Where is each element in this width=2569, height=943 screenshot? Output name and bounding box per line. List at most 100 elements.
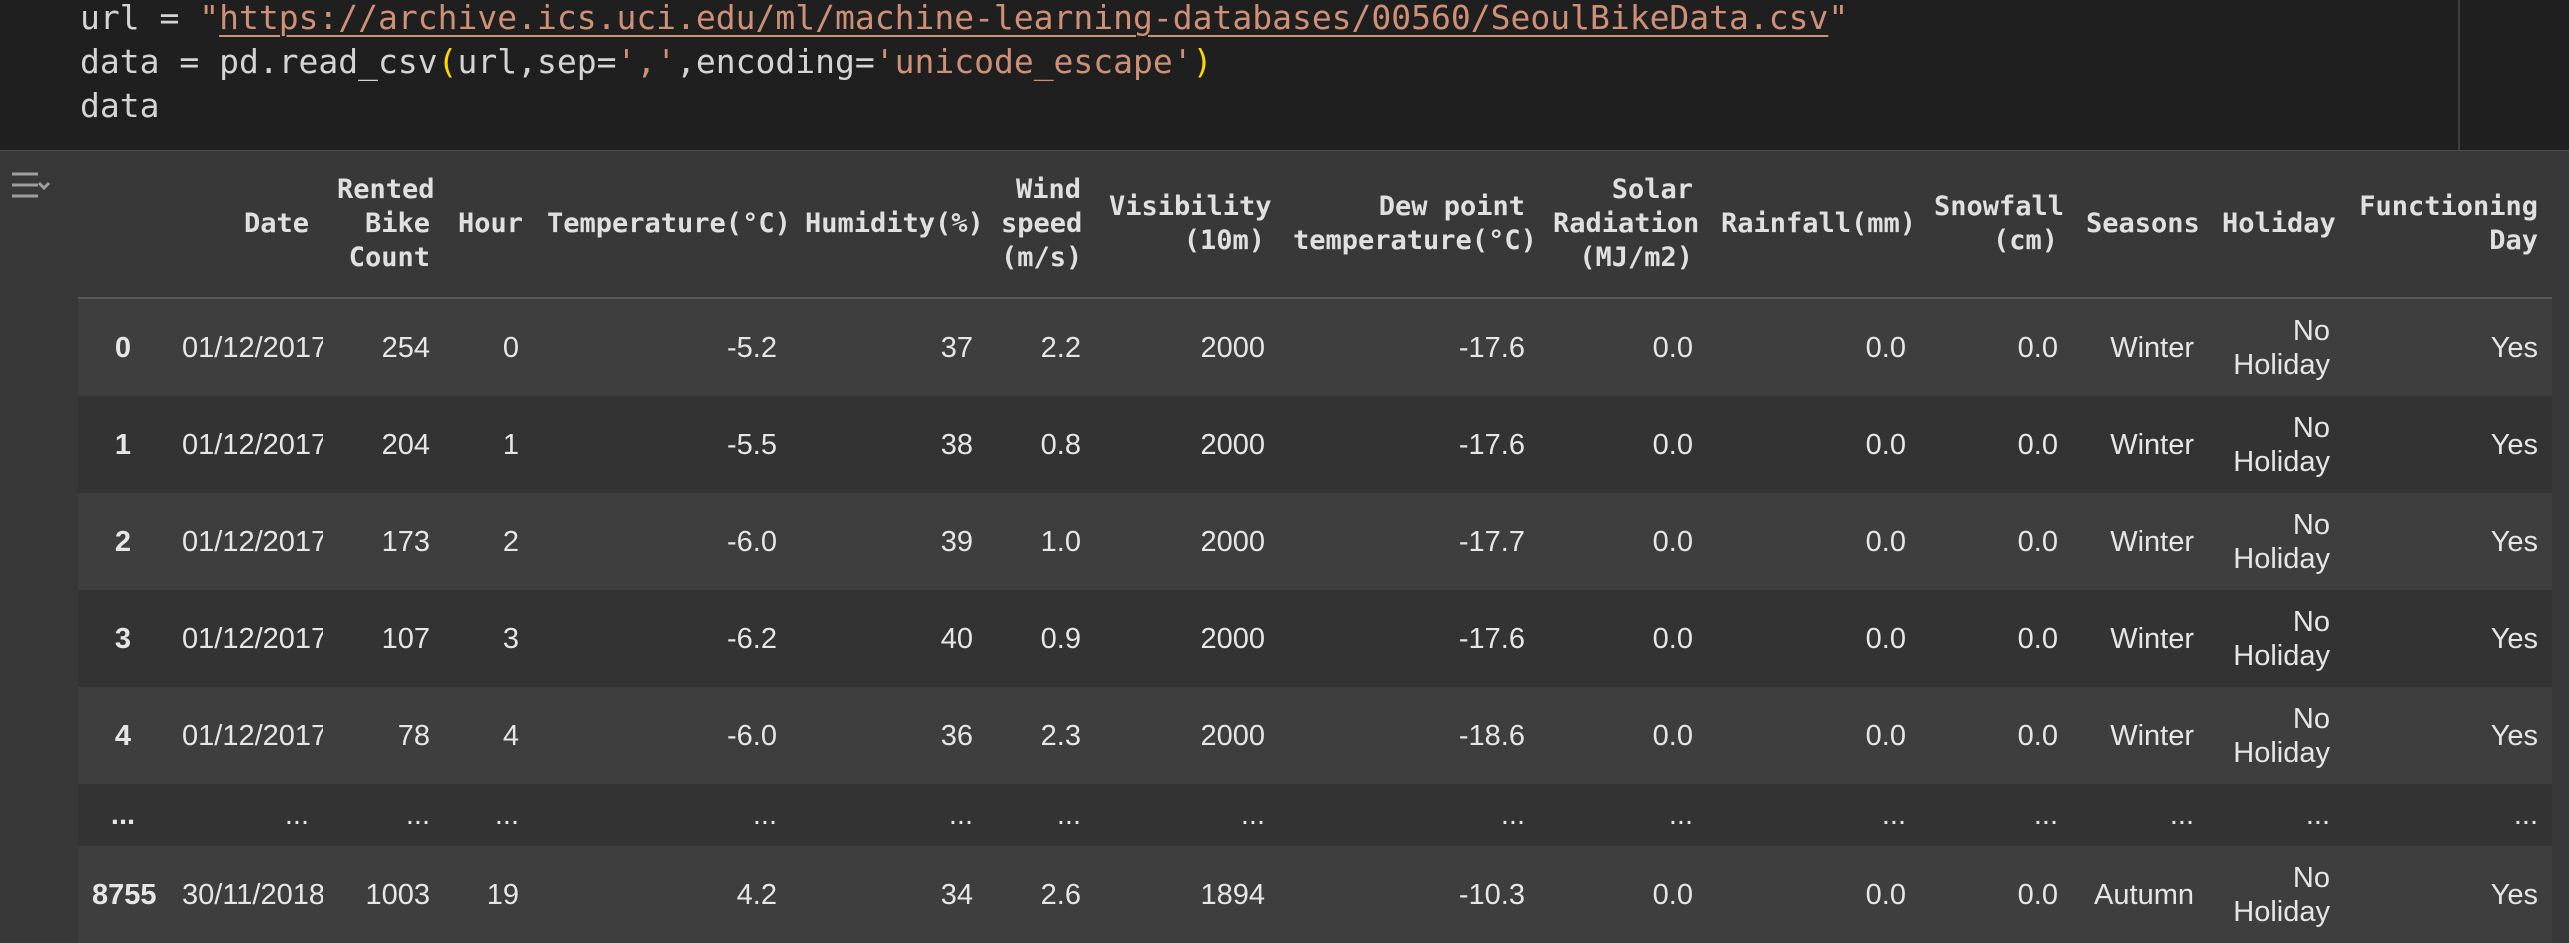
table-row: 3 01/12/2017 107 3 -6.2 40 0.9 2000 -17.6 0.0 0.0 0… [78, 590, 2552, 687]
row-index: 1 [114, 428, 132, 461]
table-cell: 01/12/2017 [182, 331, 323, 364]
table-cell: 1 [502, 428, 519, 461]
table-cell: 19 [486, 878, 519, 911]
table-cell: Winter [2110, 331, 2194, 364]
column-header: Seasons [2072, 151, 2208, 299]
column-header: Visibility (10m) [1095, 151, 1279, 299]
table-body: 0 01/12/2017 254 0 -5.2 37 2.2 2000 -17.6 0.0 0.0 0… [78, 298, 2552, 943]
output-collapse-icon[interactable] [8, 163, 54, 209]
column-header: Snowfall (cm) [1920, 151, 2072, 299]
index-header [78, 151, 168, 299]
table-cell: 173 [381, 525, 430, 558]
table-cell: 2000 [1200, 719, 1265, 752]
table-cell: 01/12/2017 [182, 525, 323, 558]
column-header: Rented Bike Count [323, 151, 444, 299]
table-cell: ... [1500, 799, 1525, 831]
table-cell: 254 [381, 331, 430, 364]
table-cell: 0.0 [1652, 331, 1693, 364]
table-cell: 1003 [365, 878, 430, 911]
table-cell: Yes [2490, 428, 2538, 461]
table-cell: -6.0 [727, 719, 777, 752]
table-cell: ... [1881, 799, 1906, 831]
table-cell: ... [2033, 799, 2058, 831]
table-cell: -17.6 [1458, 622, 1525, 655]
table-cell: Winter [2110, 719, 2194, 752]
table-cell: -17.6 [1458, 331, 1525, 364]
table-cell: 34 [940, 878, 973, 911]
table-cell: 0.0 [1865, 622, 1906, 655]
table-header-row: Date Rented Bike Count Hour Temperature(°C)… [78, 151, 2552, 299]
dataframe-table: Date Rented Bike Count Hour Temperature(°C)… [78, 151, 2552, 943]
table-cell: No Holiday [2233, 411, 2330, 478]
table-cell: 0.0 [2017, 525, 2058, 558]
table-cell: -5.5 [727, 428, 777, 461]
table-cell: Yes [2490, 719, 2538, 752]
table-cell: 0.0 [1652, 622, 1693, 655]
column-header: Solar Radiation (MJ/m2) [1539, 151, 1707, 299]
table-cell: 107 [381, 622, 430, 655]
row-index: 2 [114, 525, 132, 558]
table-cell: -10.3 [1458, 878, 1525, 911]
table-cell: 4.2 [736, 878, 777, 911]
table-cell: 2.6 [1040, 878, 1081, 911]
column-header: Wind speed (m/s) [987, 151, 1095, 299]
table-cell: 0.0 [1865, 428, 1906, 461]
code-line-url[interactable]: url = "https://archive.ics.uci.edu/ml/ma… [80, 0, 1848, 40]
table-cell: 0.0 [2017, 428, 2058, 461]
table-cell: 2000 [1200, 331, 1265, 364]
table-cell: -6.2 [727, 622, 777, 655]
table-cell: 0.8 [1040, 428, 1081, 461]
code-cell-divider [2458, 0, 2460, 150]
code-line-data[interactable]: data [80, 84, 159, 128]
table-cell: 01/12/2017 [182, 428, 323, 461]
code-cell[interactable]: url = "https://archive.ics.uci.edu/ml/ma… [0, 0, 2569, 151]
column-header: Holiday [2208, 151, 2344, 299]
column-header: Hour [444, 151, 533, 299]
table-cell: Yes [2490, 331, 2538, 364]
column-header: Dew point temperature(°C) [1279, 151, 1539, 299]
table-cell: 0.0 [2017, 622, 2058, 655]
table-cell: No Holiday [2233, 314, 2330, 381]
table-cell: 0.0 [2017, 331, 2058, 364]
table-cell: 78 [397, 719, 430, 752]
table-cell: 30/11/2018 [182, 878, 323, 911]
table-cell: Winter [2110, 525, 2194, 558]
table-cell: 36 [940, 719, 973, 752]
table-cell: No Holiday [2233, 861, 2330, 928]
table-cell: -18.6 [1458, 719, 1525, 752]
table-row: 0 01/12/2017 254 0 -5.2 37 2.2 2000 -17.6 0.0 0.0 0… [78, 298, 2552, 396]
table-cell: ... [2305, 799, 2330, 831]
table-cell: 37 [940, 331, 973, 364]
table-cell: -17.6 [1458, 428, 1525, 461]
table-cell: ... [1056, 799, 1081, 831]
table-cell: Winter [2110, 428, 2194, 461]
row-index: 3 [114, 622, 132, 655]
table-cell: 2.3 [1040, 719, 1081, 752]
table-cell: -17.7 [1458, 525, 1525, 558]
table-cell: No Holiday [2233, 508, 2330, 575]
table-cell: 01/12/2017 [182, 622, 323, 655]
table-cell: ... [284, 799, 309, 831]
table-cell: 0.0 [1865, 878, 1906, 911]
table-cell: 0.0 [1865, 525, 1906, 558]
column-header: Functioning Day [2344, 151, 2552, 299]
code-line-read-csv[interactable]: data = pd.read_csv(url,sep=',',encoding=… [80, 40, 1213, 84]
table-cell: 38 [940, 428, 973, 461]
table-cell: Autumn [2094, 878, 2194, 911]
table-cell: Yes [2490, 525, 2538, 558]
dataset-url-link[interactable]: https://archive.ics.uci.edu/ml/machine-l… [219, 0, 1828, 37]
table-cell: ... [1668, 799, 1693, 831]
table-cell: 0.0 [1652, 878, 1693, 911]
column-header: Rainfall(mm) [1707, 151, 1920, 299]
table-row: 2 01/12/2017 173 2 -6.0 39 1.0 2000 -17.7 0.0 0.0 0… [78, 493, 2552, 590]
table-cell: 2.2 [1040, 331, 1081, 364]
table-cell: -6.0 [727, 525, 777, 558]
table-cell: -5.2 [727, 331, 777, 364]
column-header: Date [168, 151, 323, 299]
table-cell: 0.0 [1865, 331, 1906, 364]
table-cell: ... [405, 799, 430, 831]
row-index: 8755 [92, 878, 157, 911]
table-cell: 0.0 [1652, 428, 1693, 461]
table-cell: 39 [940, 525, 973, 558]
row-index: 4 [114, 719, 132, 752]
